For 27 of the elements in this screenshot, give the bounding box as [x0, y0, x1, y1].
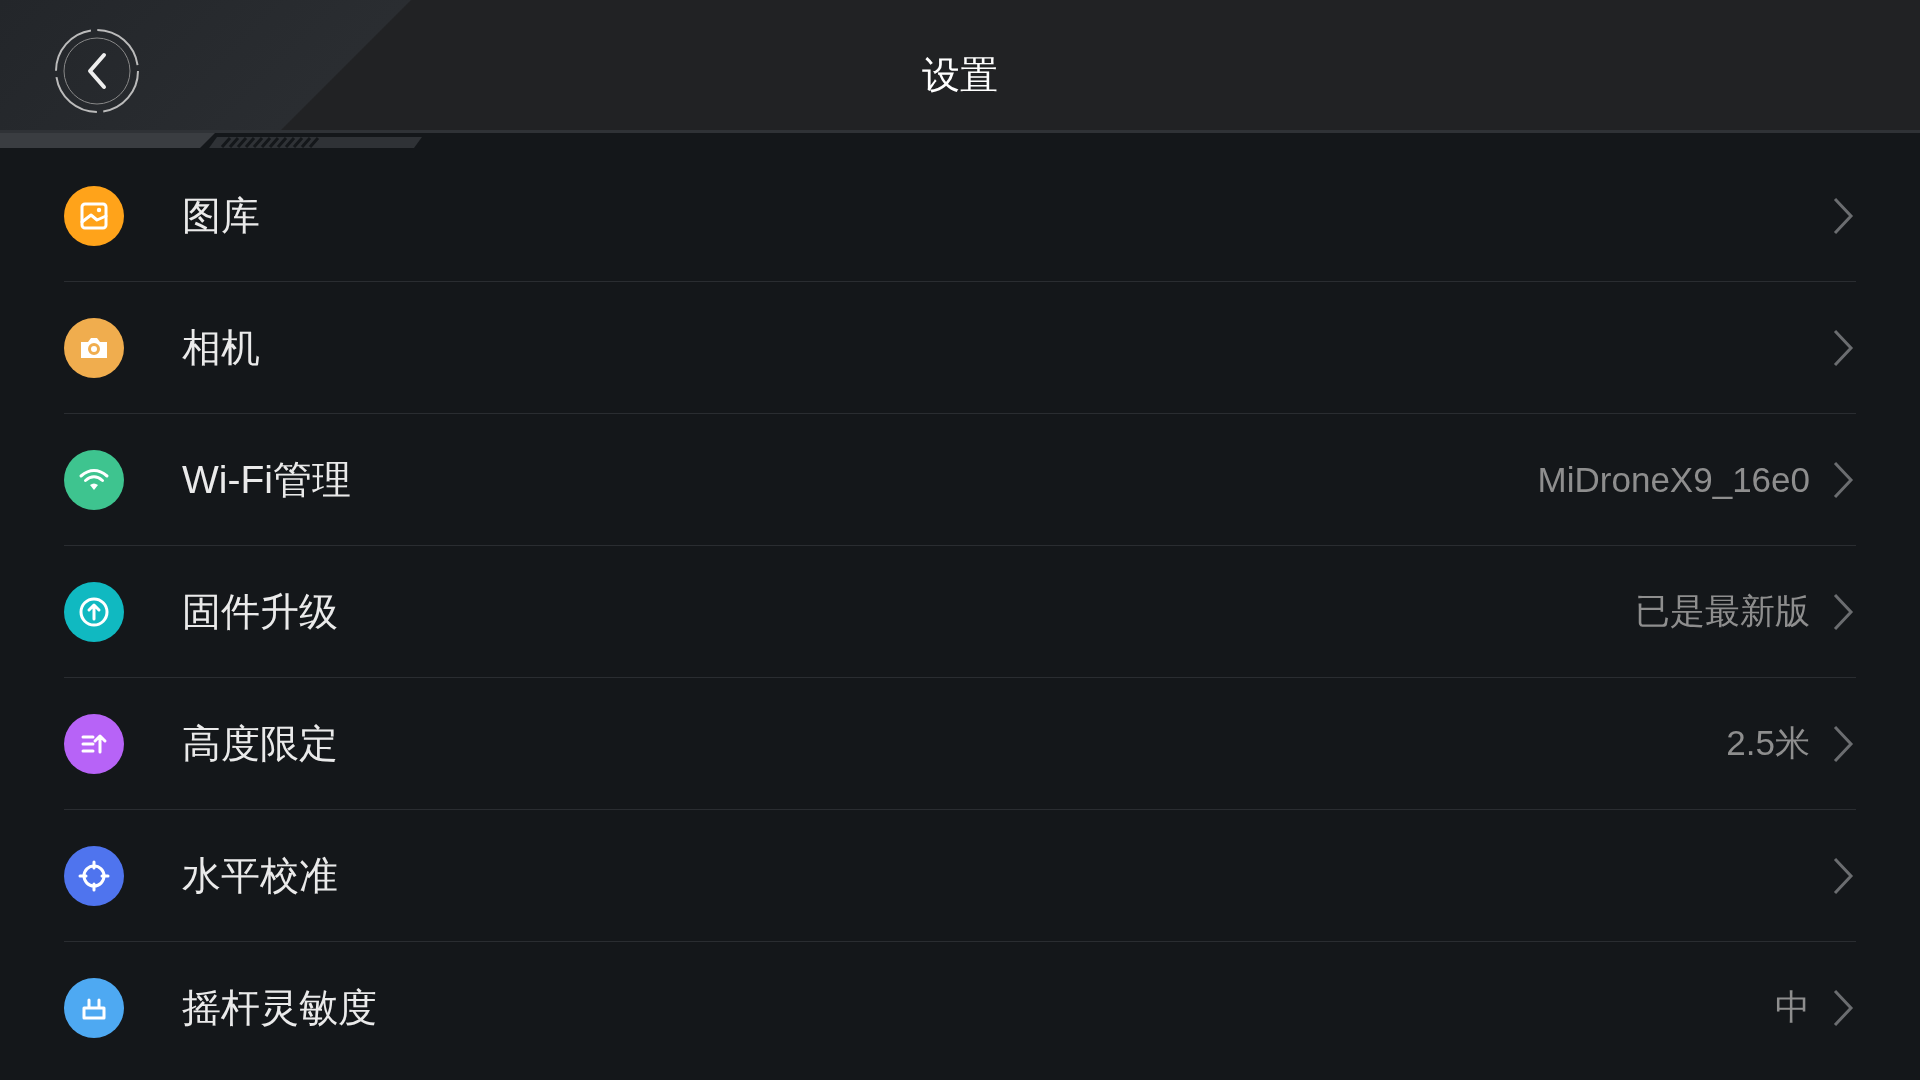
chevron-right-icon: [1832, 591, 1854, 632]
chevron-right-icon: [1832, 459, 1854, 500]
settings-row[interactable]: 图库: [64, 150, 1856, 282]
chevron-right-icon: [1832, 327, 1854, 368]
setting-value: 中: [1775, 986, 1810, 1028]
setting-label: 固件升级: [182, 588, 338, 635]
setting-label: 图库: [182, 192, 260, 239]
chevron-right-icon: [1832, 987, 1854, 1028]
chevron-right-icon: [1832, 855, 1854, 896]
setting-value: 2.5米: [1726, 722, 1810, 764]
settings-row[interactable]: 固件升级 已是最新版: [64, 546, 1856, 678]
chevron-right-icon: [1832, 195, 1854, 236]
settings-row[interactable]: 水平校准: [64, 810, 1856, 942]
chevron-right-icon: [1832, 723, 1854, 764]
settings-row[interactable]: 摇杆灵敏度 中: [64, 942, 1856, 1073]
setting-label: 高度限定: [182, 720, 338, 767]
settings-row[interactable]: Wi-Fi管理 MiDroneX9_16e0: [64, 414, 1856, 546]
settings-row[interactable]: 高度限定 2.5米: [64, 678, 1856, 810]
setting-label: Wi-Fi管理: [182, 456, 351, 503]
back-button[interactable]: [54, 28, 140, 114]
setting-label: 相机: [182, 324, 260, 371]
setting-value: 已是最新版: [1635, 590, 1810, 632]
settings-row[interactable]: 相机: [64, 282, 1856, 414]
setting-label: 水平校准: [182, 852, 338, 899]
page-title: 设置: [922, 53, 998, 98]
setting-value: MiDroneX9_16e0: [1537, 459, 1810, 500]
setting-label: 摇杆灵敏度: [182, 984, 377, 1031]
